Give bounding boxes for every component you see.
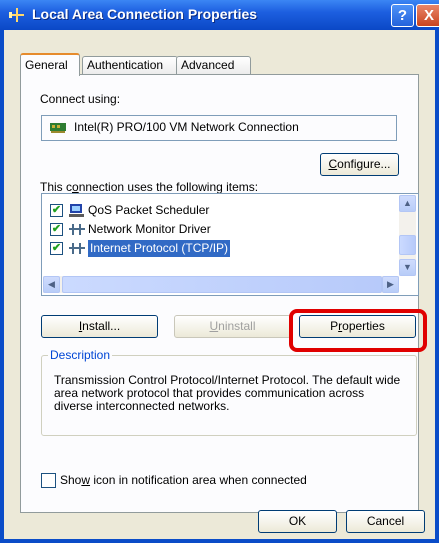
network-connection-icon bbox=[9, 8, 24, 22]
horizontal-scroll-thumb[interactable] bbox=[62, 276, 382, 293]
description-title: Description bbox=[48, 348, 113, 362]
dialog-client-area: General Authentication Advanced Connect … bbox=[4, 30, 435, 539]
tab-advanced[interactable]: Advanced bbox=[176, 56, 251, 74]
scroll-up-icon[interactable]: ▲ bbox=[399, 195, 416, 212]
item-checkbox[interactable]: ✔ bbox=[50, 223, 63, 236]
tab-authentication[interactable]: Authentication bbox=[82, 56, 178, 74]
title-bar[interactable]: Local Area Connection Properties ? X bbox=[0, 0, 439, 30]
items-label: This connection uses the following items… bbox=[40, 180, 259, 194]
vertical-scroll-thumb[interactable] bbox=[399, 235, 416, 255]
description-text: Transmission Control Protocol/Internet P… bbox=[54, 373, 401, 413]
close-button[interactable]: X bbox=[416, 4, 439, 27]
show-icon-checkbox[interactable] bbox=[41, 473, 56, 488]
description-group: Description Transmission Control Protoco… bbox=[41, 348, 417, 436]
ok-button[interactable]: OK bbox=[258, 510, 337, 533]
general-tab-panel: Connect using: Intel(R) PRO/100 VM Netwo… bbox=[20, 74, 419, 513]
window-title: Local Area Connection Properties bbox=[32, 6, 258, 22]
components-list[interactable]: ✔ QoS Packet Scheduler ✔ Network Monitor… bbox=[41, 193, 419, 296]
protocol-icon bbox=[69, 224, 85, 235]
properties-window: Local Area Connection Properties ? X Gen… bbox=[0, 0, 439, 543]
item-label: QoS Packet Scheduler bbox=[88, 203, 210, 217]
tab-general[interactable]: General bbox=[20, 53, 80, 76]
properties-highlight-annotation bbox=[289, 309, 427, 352]
configure-button[interactable]: Configure... bbox=[320, 153, 399, 176]
install-button[interactable]: Install... bbox=[41, 315, 158, 338]
scroll-left-icon[interactable]: ◀ bbox=[43, 276, 60, 293]
vertical-scrollbar[interactable]: ▲ ▼ bbox=[399, 195, 416, 276]
cancel-button[interactable]: Cancel bbox=[346, 510, 425, 533]
scroll-right-icon[interactable]: ▶ bbox=[382, 276, 399, 293]
horizontal-scrollbar[interactable]: ◀ ▶ bbox=[43, 276, 399, 293]
scroll-down-icon[interactable]: ▼ bbox=[399, 259, 416, 276]
connect-using-label: Connect using: bbox=[40, 92, 121, 106]
adapter-field: Intel(R) PRO/100 VM Network Connection bbox=[41, 115, 397, 141]
protocol-icon bbox=[69, 243, 85, 254]
help-button[interactable]: ? bbox=[391, 4, 414, 27]
scheduler-icon bbox=[69, 204, 84, 217]
item-label: Internet Protocol (TCP/IP) bbox=[88, 240, 231, 257]
uninstall-button[interactable]: Uninstall bbox=[174, 315, 291, 338]
show-icon-label: Show icon in notification area when conn… bbox=[60, 473, 307, 487]
network-adapter-icon bbox=[50, 123, 66, 133]
item-label: Network Monitor Driver bbox=[88, 222, 211, 236]
item-checkbox[interactable]: ✔ bbox=[50, 204, 63, 217]
item-checkbox[interactable]: ✔ bbox=[50, 242, 63, 255]
adapter-name: Intel(R) PRO/100 VM Network Connection bbox=[74, 120, 299, 134]
